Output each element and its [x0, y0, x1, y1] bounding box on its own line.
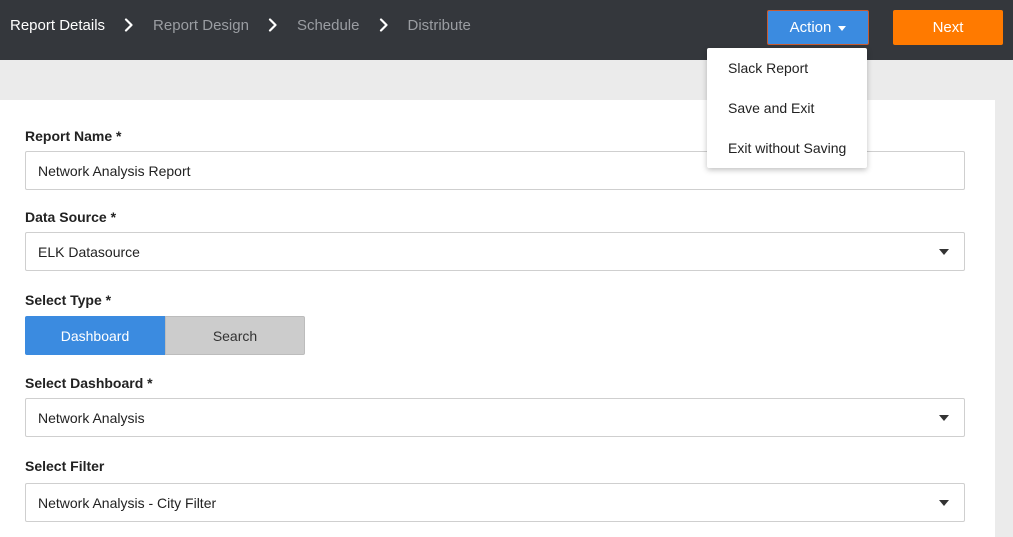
select-type-toggle: Dashboard Search [25, 316, 305, 355]
caret-down-icon [939, 500, 949, 506]
menu-item-slack-report[interactable]: Slack Report [707, 48, 867, 88]
data-source-label: Data Source * [25, 209, 117, 225]
select-dashboard-value: Network Analysis [38, 409, 145, 426]
select-filter-select[interactable]: Network Analysis - City Filter [25, 483, 965, 522]
breadcrumb-step-report-design[interactable]: Report Design [153, 17, 249, 34]
breadcrumb-step-distribute[interactable]: Distribute [408, 17, 471, 34]
chevron-right-icon [249, 18, 297, 32]
report-name-label: Report Name * [25, 128, 122, 144]
data-source-select[interactable]: ELK Datasource [25, 232, 965, 271]
breadcrumb: Report Details Report Design Schedule Di… [10, 0, 471, 50]
report-name-value: Network Analysis Report [38, 162, 191, 179]
caret-down-icon [838, 26, 847, 31]
action-dropdown-menu: Slack Report Save and Exit Exit without … [707, 48, 867, 168]
action-button-label: Action [789, 19, 832, 36]
select-filter-label: Select Filter [25, 458, 105, 474]
select-filter-value: Network Analysis - City Filter [38, 494, 217, 511]
type-search-button[interactable]: Search [165, 316, 305, 355]
breadcrumb-step-report-details[interactable]: Report Details [10, 17, 105, 34]
type-dashboard-button[interactable]: Dashboard [25, 316, 165, 355]
select-dashboard-label: Select Dashboard * [25, 375, 153, 391]
action-button[interactable]: Action [767, 10, 869, 45]
caret-down-icon [939, 415, 949, 421]
select-type-label: Select Type * [25, 292, 112, 308]
menu-item-exit-without-saving[interactable]: Exit without Saving [707, 128, 867, 168]
breadcrumb-step-schedule[interactable]: Schedule [297, 17, 360, 34]
caret-down-icon [939, 249, 949, 255]
menu-item-save-and-exit[interactable]: Save and Exit [707, 88, 867, 128]
next-button[interactable]: Next [893, 10, 1003, 45]
chevron-right-icon [360, 18, 408, 32]
data-source-value: ELK Datasource [38, 243, 140, 260]
chevron-right-icon [105, 18, 153, 32]
select-dashboard-select[interactable]: Network Analysis [25, 398, 965, 437]
